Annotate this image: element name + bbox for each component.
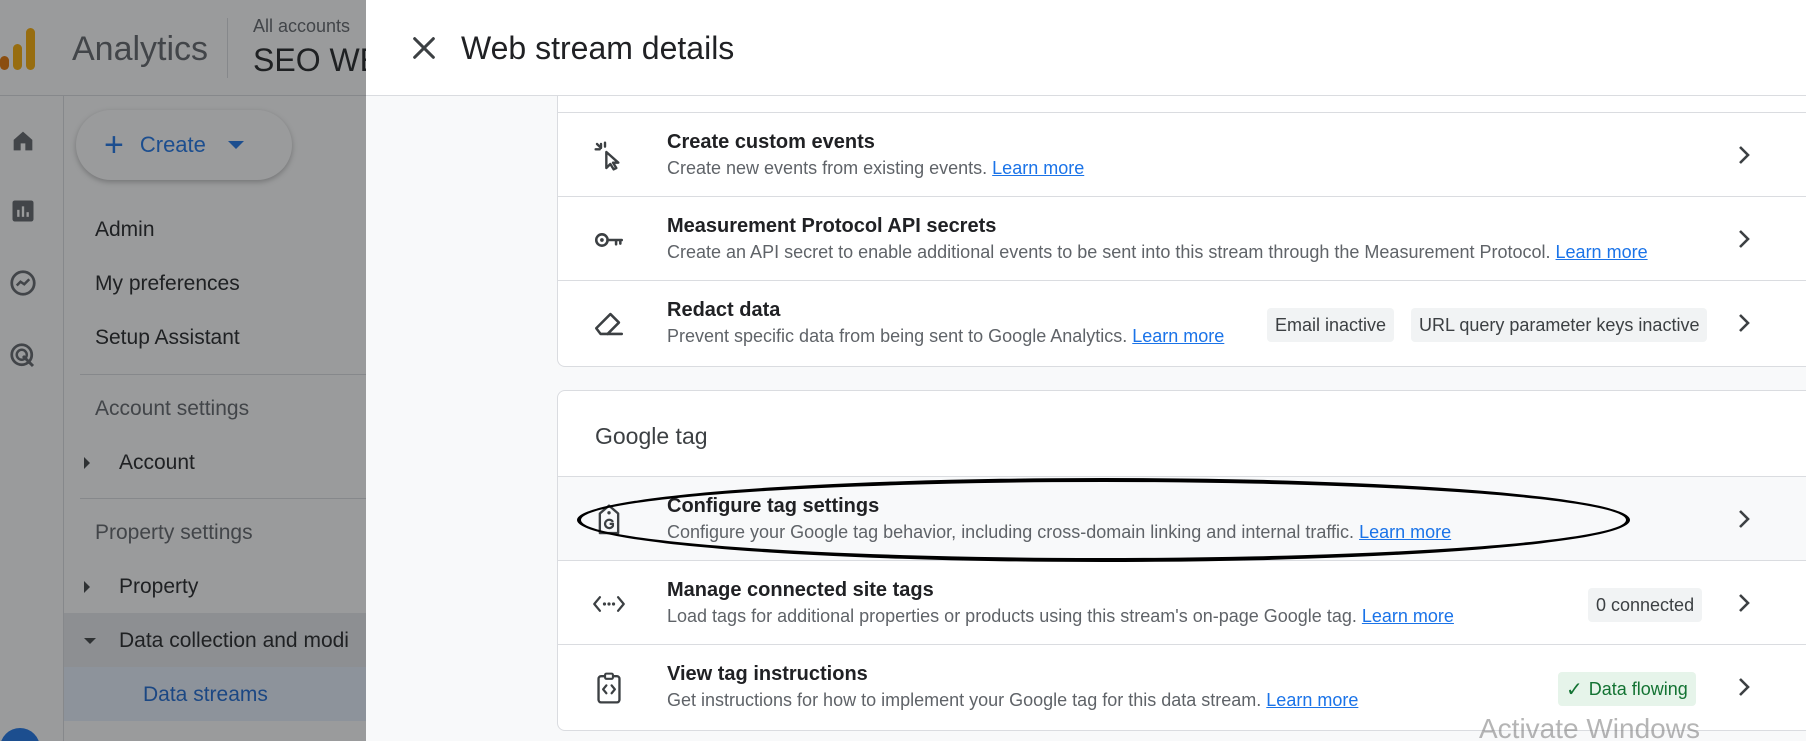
chevron-right-icon — [1739, 678, 1750, 696]
cursor-sparkle-icon — [592, 139, 626, 173]
row-redact-data[interactable]: Redact data Prevent specific data from b… — [558, 280, 1806, 364]
data-flowing-label: Data flowing — [1588, 678, 1688, 699]
row-title: Manage connected site tags — [667, 579, 934, 601]
row-description: Load tags for additional properties or p… — [667, 606, 1454, 626]
chevron-right-icon — [1739, 510, 1750, 528]
row-title: Measurement Protocol API secrets — [667, 215, 997, 237]
learn-more-link[interactable]: Learn more — [1362, 606, 1454, 626]
code-clipboard-icon — [592, 671, 626, 705]
chevron-right-icon — [1739, 146, 1750, 164]
google-tag-icon — [592, 503, 626, 537]
google-tag-card: Google tag Configure tag settings Config… — [557, 390, 1806, 731]
row-configure-tag-settings[interactable]: Configure tag settings Configure your Go… — [558, 476, 1806, 560]
chevron-right-icon — [1739, 594, 1750, 612]
key-icon — [592, 223, 626, 257]
row-description: Prevent specific data from being sent to… — [667, 326, 1225, 346]
learn-more-link[interactable]: Learn more — [1132, 326, 1224, 346]
close-icon[interactable] — [410, 34, 438, 62]
data-flowing-chip: ✓ Data flowing — [1558, 672, 1696, 706]
web-stream-details-panel: Web stream details Create custom events … — [366, 0, 1806, 741]
stream-settings-card: Create custom events Create new events f… — [557, 96, 1806, 367]
row-title: Redact data — [667, 299, 781, 321]
modal-scrim[interactable] — [0, 0, 366, 741]
row-description: Create new events from existing events. … — [667, 158, 1085, 178]
learn-more-link[interactable]: Learn more — [1359, 522, 1451, 542]
row-title: View tag instructions — [667, 663, 868, 685]
check-icon: ✓ — [1566, 678, 1583, 701]
url-params-status-chip: URL query parameter keys inactive — [1411, 308, 1708, 342]
email-status-chip: Email inactive — [1267, 308, 1395, 342]
code-arrows-icon — [592, 587, 626, 621]
chevron-right-icon — [1739, 314, 1750, 332]
row-title: Configure tag settings — [667, 495, 880, 517]
row-measurement-protocol-api-secrets[interactable]: Measurement Protocol API secrets Create … — [558, 196, 1806, 280]
eraser-icon — [592, 307, 626, 341]
chevron-right-icon — [1739, 230, 1750, 248]
learn-more-link[interactable]: Learn more — [1556, 242, 1648, 262]
panel-title: Web stream details — [461, 30, 735, 66]
windows-activation-watermark: Activate Windows — [1479, 713, 1700, 741]
row-manage-connected-site-tags[interactable]: Manage connected site tags Load tags for… — [558, 560, 1806, 644]
learn-more-link[interactable]: Learn more — [1266, 690, 1358, 710]
learn-more-link[interactable]: Learn more — [992, 158, 1084, 178]
connected-count-chip: 0 connected — [1588, 588, 1703, 622]
google-tag-heading: Google tag — [595, 423, 708, 449]
row-title: Create custom events — [667, 131, 875, 153]
row-description: Get instructions for how to implement yo… — [667, 690, 1359, 710]
row-description: Create an API secret to enable additiona… — [667, 242, 1648, 262]
row-description: Configure your Google tag behavior, incl… — [667, 522, 1452, 542]
row-create-custom-events[interactable]: Create custom events Create new events f… — [558, 112, 1806, 196]
panel-header: Web stream details — [366, 0, 1806, 96]
